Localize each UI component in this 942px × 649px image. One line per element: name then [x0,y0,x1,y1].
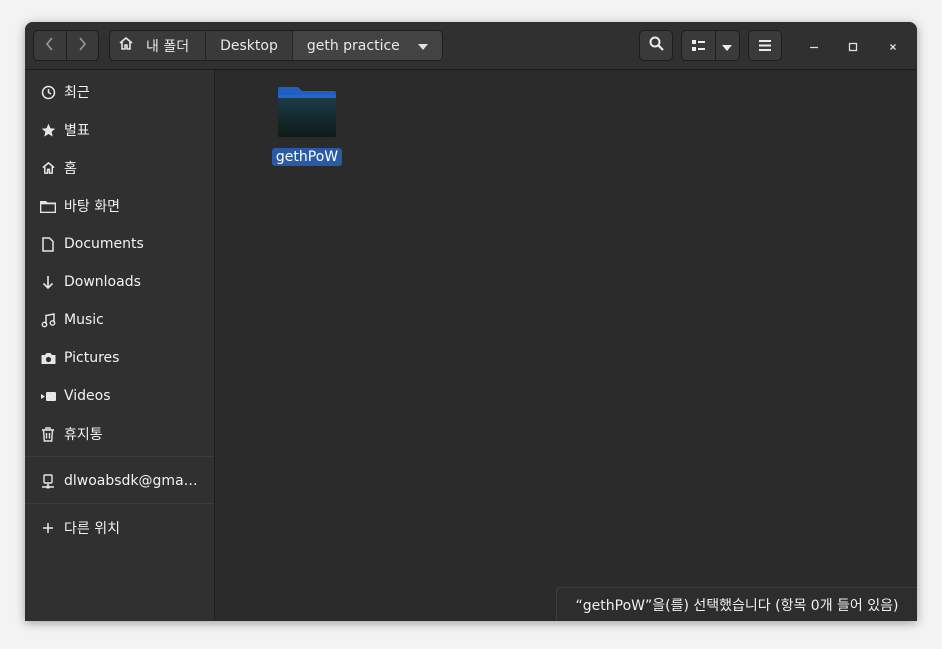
triangle-down-icon [722,36,733,55]
back-button[interactable] [34,31,66,60]
plus-icon [40,520,56,536]
chevron-right-icon [77,36,87,55]
selection-status-overlay: “gethPoW”을(를) 선택했습니다 (항목 0개 들어 있음) [556,587,917,621]
sidebar-item-downloads[interactable]: Downloads [25,264,214,300]
sidebar-item-label: dlwoabsdk@gma… [64,473,198,489]
status-text: “gethPoW”을(를) 선택했습니다 (항목 0개 들어 있음) [575,597,899,614]
sidebar-item-label: Videos [64,388,111,404]
navigation-buttons [33,30,99,61]
view-options [681,30,740,61]
folder-icon [40,198,56,214]
folder-item-gethpow[interactable]: gethPoW [271,86,343,166]
breadcrumb-current[interactable]: geth practice [292,31,442,60]
sidebar-item-trash[interactable]: 휴지통 [25,416,214,452]
sidebar-item-starred[interactable]: 별표 [25,112,214,148]
file-view: gethPoW “gethPoW”을(를) 선택했습니다 (항목 0개 들어 있… [215,70,917,621]
sidebar-item-home[interactable]: 홈 [25,150,214,186]
sidebar-item-pictures[interactable]: Pictures [25,340,214,376]
list-view-icon [691,36,705,55]
music-note-icon [40,312,56,328]
network-drive-icon [40,473,56,489]
clock-icon [40,84,56,100]
folder-icon [276,86,338,142]
sidebar-item-other-locations[interactable]: 다른 위치 [25,510,214,546]
sidebar-item-label: 별표 [64,123,90,139]
breadcrumb-label: Desktop [220,37,278,54]
breadcrumb-desktop[interactable]: Desktop [206,31,293,60]
home-icon [40,160,56,176]
sidebar-item-label: 바탕 화면 [64,199,120,215]
download-arrow-icon [40,274,56,290]
close-button[interactable] [883,36,903,56]
sidebar-separator [25,456,214,457]
triangle-down-icon [417,38,428,54]
document-icon [40,236,56,252]
chevron-left-icon [45,36,55,55]
sidebar-item-label: 홈 [64,161,77,177]
trash-icon [40,426,56,442]
breadcrumb-home-label: 내 폴더 [146,38,190,55]
breadcrumb-home[interactable]: 내 폴더 [110,31,207,60]
camera-icon [40,350,56,366]
search-icon [649,36,664,55]
sidebar-item-label: Documents [64,236,144,252]
file-manager-window: 내 폴더 Desktop geth practice 최근 별표 홈 바탕 화면… [25,22,917,621]
search-button[interactable] [639,30,673,61]
sidebar-item-label: 최근 [64,85,90,101]
maximize-button[interactable] [843,36,863,56]
sidebar-item-label: Pictures [64,350,120,366]
sidebar-item-desktop[interactable]: 바탕 화면 [25,188,214,224]
sidebar-item-network-drive[interactable]: dlwoabsdk@gma… [25,463,214,499]
sidebar-item-recent[interactable]: 최근 [25,74,214,110]
star-icon [40,122,56,138]
sidebar-item-videos[interactable]: Videos [25,378,214,414]
breadcrumb-label: geth practice [306,37,400,54]
path-bar: 내 폴더 Desktop geth practice [109,30,443,61]
minimize-button[interactable] [804,36,824,56]
sidebar-item-label: Music [64,312,104,328]
places-sidebar: 최근 별표 홈 바탕 화면 Documents Downloads Music … [25,70,215,621]
sidebar-item-label: 다른 위치 [64,521,120,537]
file-name-label: gethPoW [271,148,343,166]
list-view-button[interactable] [682,31,715,60]
minimize-icon [809,37,819,56]
close-icon [888,37,898,56]
sidebar-item-music[interactable]: Music [25,302,214,338]
hamburger-menu-icon [759,36,771,55]
view-dropdown-button[interactable] [714,31,739,60]
sidebar-item-label: Downloads [64,274,141,290]
maximize-icon [848,37,858,56]
video-icon [40,388,56,404]
home-icon [118,36,146,55]
header-bar: 내 폴더 Desktop geth practice [25,22,917,70]
forward-button[interactable] [65,31,99,60]
main-menu-button[interactable] [748,30,782,61]
sidebar-item-label: 휴지통 [64,427,103,443]
sidebar-item-documents[interactable]: Documents [25,226,214,262]
sidebar-separator [25,503,214,504]
